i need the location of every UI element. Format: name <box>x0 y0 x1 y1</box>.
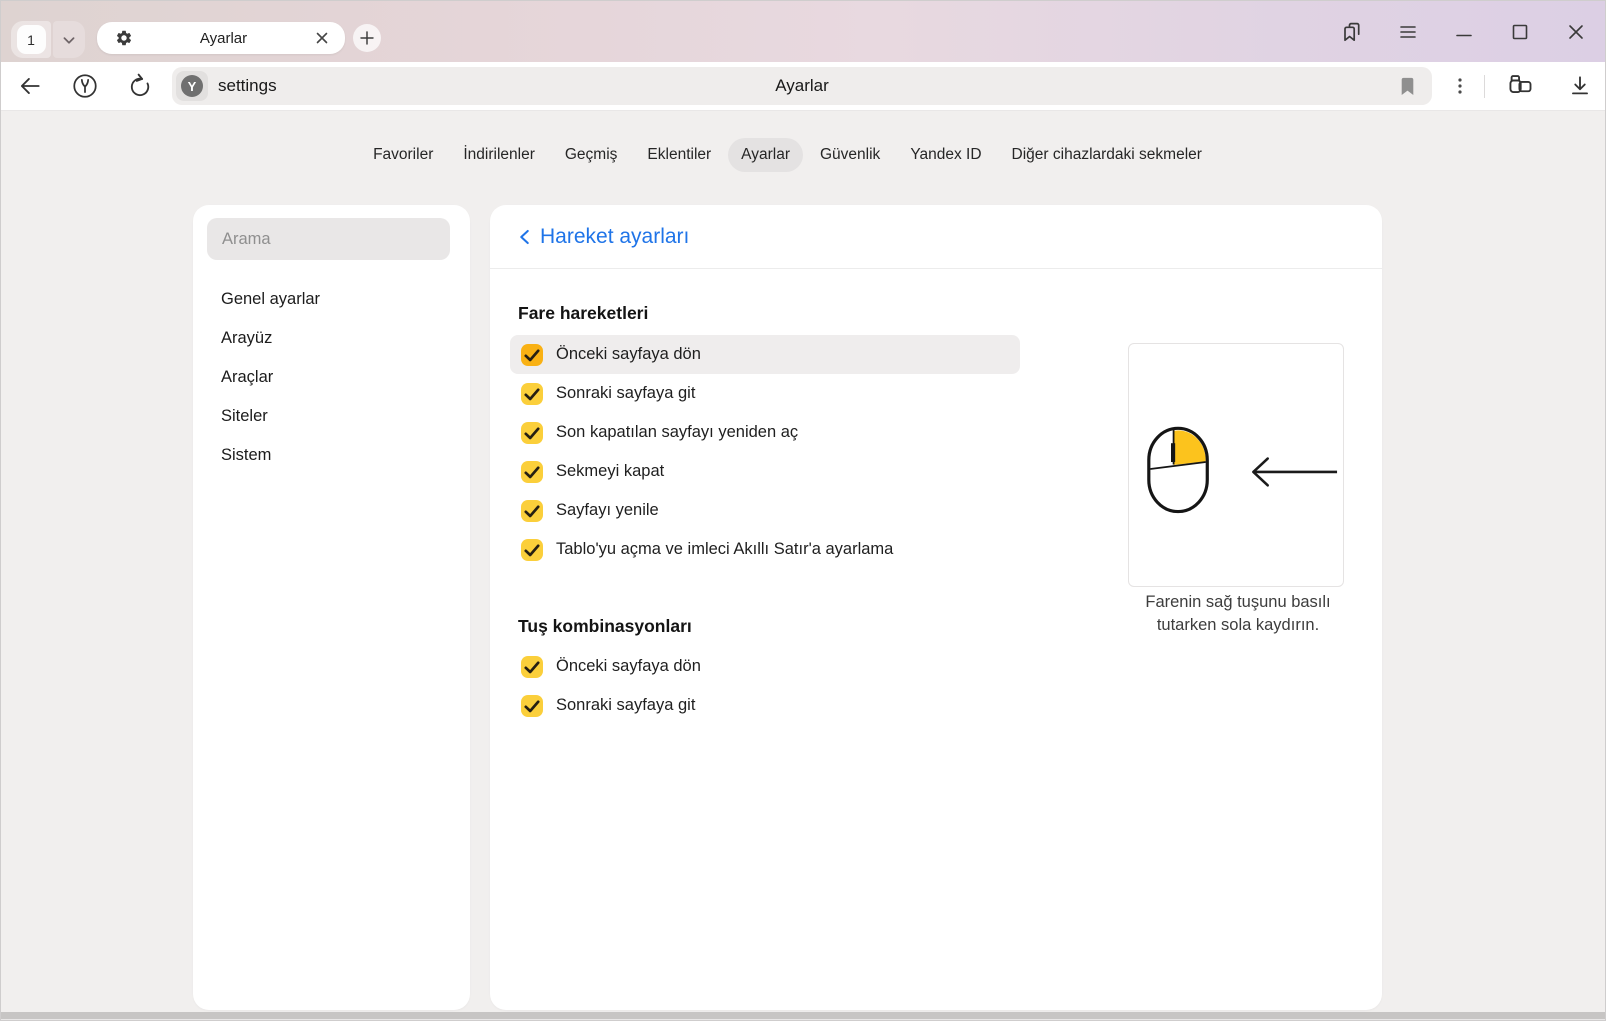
key-combination-list: Önceki sayfaya dön Sonraki sayfaya git <box>490 647 1382 725</box>
nav-tab-yandex-id[interactable]: Yandex ID <box>897 138 994 172</box>
chevron-left-icon <box>518 228 531 246</box>
nav-tab-diger-cihazlar[interactable]: Diğer cihazlardaki sekmeler <box>999 138 1215 172</box>
toolbar-separator <box>1484 75 1485 98</box>
chevron-down-icon <box>58 29 80 51</box>
nav-tab-guvenlik[interactable]: Güvenlik <box>807 138 893 172</box>
window-controls <box>1340 1 1606 63</box>
yandex-logo-icon <box>71 72 99 100</box>
gesture-label: Tablo'yu açma ve imleci Akıllı Satır'a a… <box>556 540 893 559</box>
mouse-gesture-icon <box>1129 344 1343 586</box>
gesture-label: Önceki sayfaya dön <box>556 657 701 676</box>
section-heading-key-combinations: Tuş kombinasyonları <box>518 616 692 637</box>
tab-close-button[interactable] <box>314 30 330 46</box>
sidebar-item-arayuz[interactable]: Arayüz <box>193 319 470 358</box>
bookmarks-panel-button[interactable] <box>1340 20 1364 44</box>
close-window-button[interactable] <box>1564 20 1588 44</box>
maximize-icon <box>1508 20 1532 44</box>
close-icon <box>1564 20 1588 44</box>
nav-tab-eklentiler[interactable]: Eklentiler <box>634 138 724 172</box>
sidebar-item-siteler[interactable]: Siteler <box>193 397 470 436</box>
page-actions-menu-button[interactable] <box>1446 72 1474 100</box>
gesture-label: Sekmeyi kapat <box>556 462 664 481</box>
back-button[interactable] <box>16 72 44 100</box>
settings-gear-icon <box>115 29 133 47</box>
url-text[interactable]: settings <box>218 76 277 96</box>
tab-count-badge: 1 <box>17 25 46 54</box>
gesture-row[interactable]: Sonraki sayfaya git <box>510 374 1020 413</box>
settings-nav-tabs: Favoriler İndirilenler Geçmiş Eklentiler… <box>193 138 1382 172</box>
tab-title: Ayarlar <box>133 30 314 47</box>
panel-header: Hareket ayarları <box>490 205 1382 269</box>
checkbox-checked-icon[interactable] <box>521 695 543 717</box>
back-arrow-icon <box>17 73 43 99</box>
checkbox-checked-icon[interactable] <box>521 656 543 678</box>
tab-counter-button[interactable]: 1 <box>11 21 51 58</box>
gesture-label: Sonraki sayfaya git <box>556 696 695 715</box>
page-title: Hareket ayarları <box>540 225 689 249</box>
settings-sidebar: Genel ayarlar Arayüz Araçlar Siteler Sis… <box>193 205 470 1010</box>
extensions-button[interactable] <box>1506 72 1534 100</box>
nav-tab-favoriler[interactable]: Favoriler <box>360 138 446 172</box>
refresh-button[interactable] <box>126 72 154 100</box>
checkbox-checked-icon[interactable] <box>521 422 543 444</box>
settings-page: Favoriler İndirilenler Geçmiş Eklentiler… <box>0 111 1606 1012</box>
yandex-home-button[interactable] <box>71 72 99 100</box>
minimize-icon <box>1452 20 1476 44</box>
gesture-row[interactable]: Sayfayı yenile <box>510 491 1020 530</box>
gesture-label: Son kapatılan sayfayı yeniden aç <box>556 423 798 442</box>
nav-tab-gecmis[interactable]: Geçmiş <box>552 138 631 172</box>
address-bar[interactable]: Y settings Ayarlar <box>172 67 1432 105</box>
hamburger-menu-icon <box>1396 20 1420 44</box>
gesture-settings-panel: Hareket ayarları Fare hareketleri Önceki… <box>490 205 1382 1010</box>
sidebar-item-genel-ayarlar[interactable]: Genel ayarlar <box>193 280 470 319</box>
browser-menu-button[interactable] <box>1396 20 1420 44</box>
minimize-button[interactable] <box>1452 20 1476 44</box>
search-input[interactable] <box>207 218 450 260</box>
tab-list-chevron-button[interactable] <box>53 21 85 58</box>
plus-icon <box>356 27 378 49</box>
download-icon <box>1567 73 1593 99</box>
nav-tab-indirilenler[interactable]: İndirilenler <box>450 138 548 172</box>
checkbox-checked-icon[interactable] <box>521 344 543 366</box>
page-title-centered: Ayarlar <box>172 76 1432 96</box>
refresh-icon <box>127 73 153 99</box>
tab-counter-group: 1 <box>11 21 85 58</box>
checkbox-checked-icon[interactable] <box>521 539 543 561</box>
bookmark-page-button[interactable] <box>1399 77 1416 96</box>
downloads-button[interactable] <box>1566 72 1594 100</box>
nav-tab-ayarlar[interactable]: Ayarlar <box>728 138 803 172</box>
checkbox-checked-icon[interactable] <box>521 461 543 483</box>
checkbox-checked-icon[interactable] <box>521 383 543 405</box>
active-tab[interactable]: Ayarlar <box>97 22 345 54</box>
gesture-label: Sayfayı yenile <box>556 501 659 520</box>
illustration-caption: Farenin sağ tuşunu basılı tutarken sola … <box>1118 591 1358 637</box>
gesture-illustration <box>1128 343 1344 587</box>
gesture-row[interactable]: Son kapatılan sayfayı yeniden aç <box>510 413 1020 452</box>
kebab-menu-icon <box>1448 74 1472 98</box>
gesture-row[interactable]: Önceki sayfaya dön <box>510 335 1020 374</box>
sidebar-item-araclar[interactable]: Araçlar <box>193 358 470 397</box>
gesture-row[interactable]: Önceki sayfaya dön <box>510 647 1020 686</box>
sidebar-menu: Genel ayarlar Arayüz Araçlar Siteler Sis… <box>193 280 470 475</box>
gesture-label: Önceki sayfaya dön <box>556 345 701 364</box>
back-to-settings-button[interactable]: Hareket ayarları <box>504 219 703 255</box>
checkbox-checked-icon[interactable] <box>521 500 543 522</box>
horizontal-scrollbar[interactable] <box>0 1012 1606 1021</box>
new-tab-button[interactable] <box>353 24 381 52</box>
sidebar-item-sistem[interactable]: Sistem <box>193 436 470 475</box>
gesture-label: Sonraki sayfaya git <box>556 384 695 403</box>
section-heading-mouse-gestures: Fare hareketleri <box>518 303 648 324</box>
maximize-button[interactable] <box>1508 20 1532 44</box>
gesture-row[interactable]: Tablo'yu açma ve imleci Akıllı Satır'a a… <box>510 530 1020 569</box>
bookmarks-icon <box>1340 20 1364 44</box>
extensions-icon <box>1506 72 1534 100</box>
titlebar: 1 Ayarlar <box>0 0 1606 62</box>
gesture-row[interactable]: Sekmeyi kapat <box>510 452 1020 491</box>
gesture-row[interactable]: Sonraki sayfaya git <box>510 686 1020 725</box>
toolbar: Y settings Ayarlar <box>0 62 1606 111</box>
